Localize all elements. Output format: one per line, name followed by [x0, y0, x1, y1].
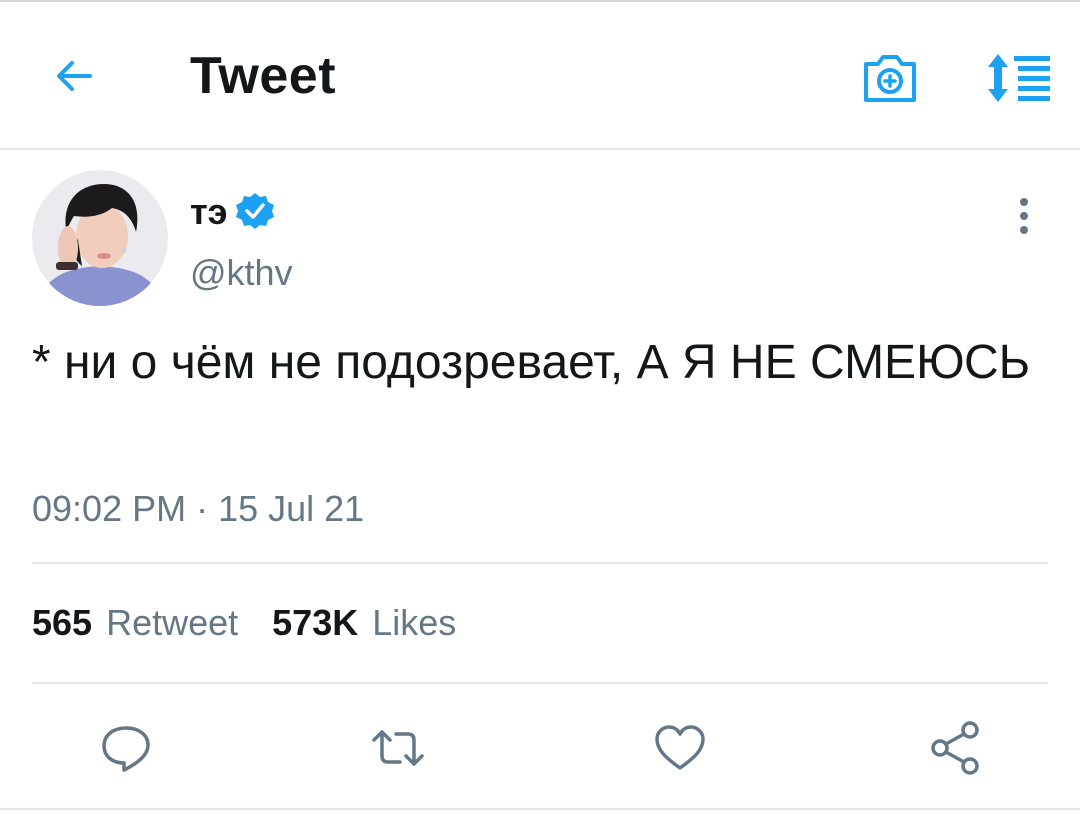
bottom-divider	[0, 808, 1080, 810]
divider	[32, 682, 1048, 684]
display-name: тэ	[190, 191, 228, 232]
likes-label[interactable]: Likes	[372, 602, 456, 644]
more-options-icon[interactable]	[1012, 196, 1036, 236]
header-divider	[0, 148, 1080, 150]
back-arrow-icon[interactable]	[50, 52, 98, 100]
retweet-label[interactable]: Retweet	[106, 602, 238, 644]
divider	[32, 562, 1048, 564]
tweet-stats: 565 Retweet 573K Likes	[32, 602, 456, 644]
retweet-count[interactable]: 565	[32, 602, 92, 644]
reply-icon[interactable]	[98, 720, 154, 776]
like-heart-icon[interactable]	[652, 720, 708, 776]
author-handle[interactable]: @kthv	[190, 252, 293, 294]
page-title: Tweet	[190, 47, 337, 105]
tweet-timestamp: 09:02 PM · 15 Jul 21	[32, 488, 365, 529]
share-icon[interactable]	[928, 720, 984, 776]
tweet-screen: Tweet тэ @kthv * ни о чём не подозревает…	[0, 0, 1080, 814]
retweet-icon[interactable]	[370, 720, 426, 776]
camera-plus-icon[interactable]	[860, 50, 920, 106]
tweet-text: * ни о чём не подозревает, А Я НЕ СМЕЮСЬ	[32, 336, 1031, 389]
verified-badge-icon	[235, 193, 274, 229]
sort-list-icon[interactable]	[982, 50, 1052, 106]
author-name-row[interactable]: тэ	[190, 190, 276, 234]
likes-count[interactable]: 573K	[272, 602, 358, 644]
app-header: Tweet	[0, 2, 1080, 148]
avatar-image	[32, 170, 168, 306]
avatar[interactable]	[32, 170, 168, 306]
